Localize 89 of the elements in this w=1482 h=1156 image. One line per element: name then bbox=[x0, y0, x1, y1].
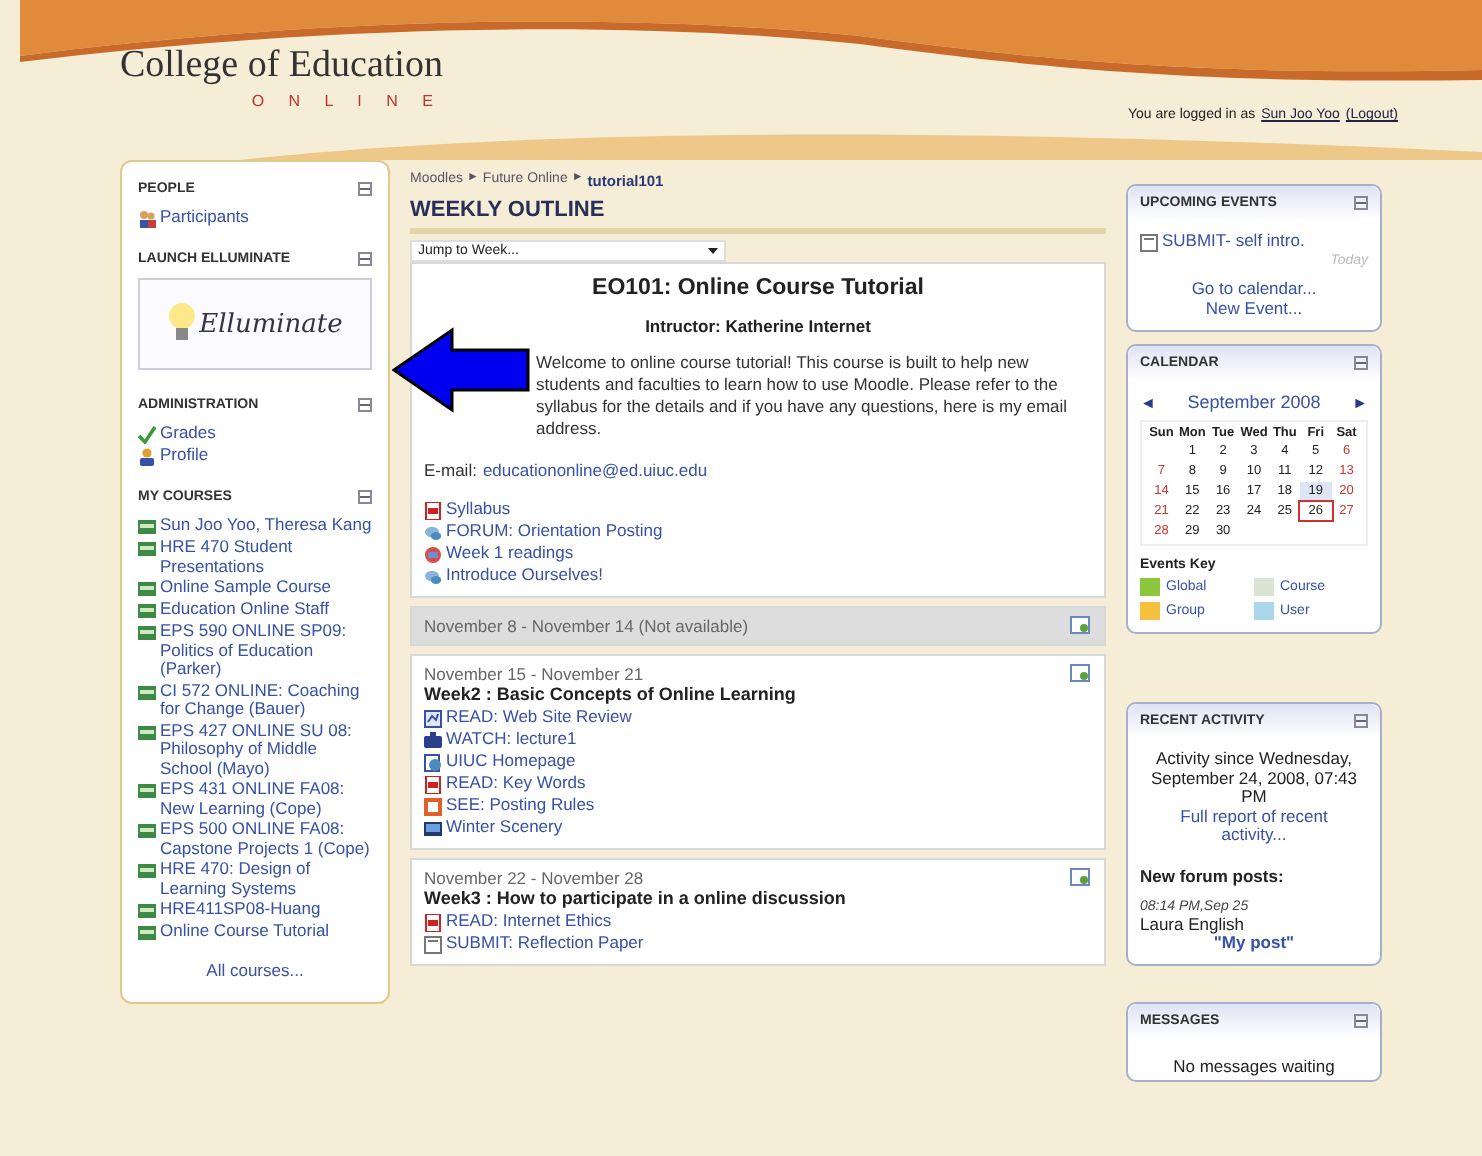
week-title: Week2 : Basic Concepts of Online Learning bbox=[424, 684, 798, 704]
web-page-icon bbox=[424, 754, 442, 772]
person-icon bbox=[138, 448, 156, 466]
activity-link[interactable]: EPS 590 ONLINE SP09: Politics of Education (Parker) bbox=[160, 622, 372, 679]
edit-icon[interactable] bbox=[1070, 616, 1090, 634]
new-posts-heading: New forum posts: bbox=[1140, 865, 1286, 885]
email-link[interactable]: educationonline@ed.uiuc.edu bbox=[482, 460, 708, 480]
document-icon bbox=[424, 710, 442, 728]
course-icon bbox=[138, 862, 156, 880]
collapse-icon[interactable] bbox=[1354, 1014, 1368, 1028]
pdf-icon bbox=[424, 776, 442, 794]
next-month-button[interactable]: ► bbox=[1352, 393, 1368, 411]
activity-link[interactable]: READ: Key Words bbox=[446, 774, 586, 793]
activity-link[interactable]: HRE411SP08-Huang bbox=[160, 900, 321, 919]
pdf-icon bbox=[424, 502, 442, 520]
post-link[interactable]: "My post" bbox=[1213, 931, 1295, 951]
chat-icon bbox=[424, 568, 442, 586]
activity-link[interactable]: Online Sample Course bbox=[160, 578, 332, 597]
previous-month-button[interactable]: ◄ bbox=[1140, 393, 1156, 411]
collapse-icon[interactable] bbox=[358, 252, 372, 266]
activity-link[interactable]: UIUC Homepage bbox=[446, 752, 576, 771]
activity-link[interactable]: WATCH: lecture1 bbox=[446, 730, 577, 749]
edit-icon[interactable] bbox=[1070, 868, 1090, 886]
elluminate-logo[interactable]: Elluminate bbox=[138, 278, 372, 370]
calendar-link[interactable]: Go to calendar... bbox=[1191, 278, 1317, 298]
course-icon bbox=[138, 822, 156, 840]
week-dates: November 22 - November 28 bbox=[424, 868, 644, 888]
activity-link[interactable]: READ: Internet Ethics bbox=[446, 912, 612, 931]
activity-link[interactable]: Introduce Ourselves! bbox=[446, 566, 603, 585]
course-icon bbox=[138, 782, 156, 800]
activity-link[interactable]: Week 1 readings bbox=[446, 544, 574, 563]
activity-link[interactable]: Online Course Tutorial bbox=[160, 922, 330, 941]
section-heading: WEEKLY OUTLINE bbox=[410, 198, 1106, 234]
activity-link[interactable]: HRE 470 Student Presentations bbox=[160, 538, 372, 576]
activity-link[interactable]: Grades bbox=[160, 424, 216, 443]
month-title[interactable]: September 2008 bbox=[1187, 392, 1321, 412]
check-mark-icon bbox=[138, 426, 156, 444]
video-icon bbox=[424, 732, 442, 750]
all-courses-link[interactable]: All courses... bbox=[206, 960, 304, 980]
week-dates: November 8 - November 14 (Not available) bbox=[424, 616, 749, 636]
collapse-icon[interactable] bbox=[1354, 714, 1368, 728]
activity-since-text: Activity since Wednesday, September 24, 2008, 07:43 PM bbox=[1148, 750, 1360, 807]
collapse-icon[interactable] bbox=[1354, 196, 1368, 210]
calendar-link[interactable]: New Event... bbox=[1205, 297, 1303, 317]
activity-link[interactable]: Education Online Staff bbox=[160, 600, 329, 619]
activity-link[interactable]: Profile bbox=[160, 446, 209, 465]
collapse-icon[interactable] bbox=[1354, 356, 1368, 370]
course-icon bbox=[138, 683, 156, 701]
pdf-icon bbox=[424, 914, 442, 932]
book-icon bbox=[424, 546, 442, 564]
activity-link[interactable]: HRE 470: Design of Learning Systems bbox=[160, 860, 372, 898]
people-icon bbox=[138, 210, 156, 228]
week-title: Week3 : How to participate in a online discussion bbox=[424, 888, 848, 908]
activity-link[interactable]: FORUM: Orientation Posting bbox=[446, 522, 663, 541]
arrow-icon bbox=[392, 326, 532, 414]
activity-link[interactable]: CI 572 ONLINE: Coaching for Change (Bauer) bbox=[160, 681, 372, 719]
site-subtitle: O N L I N E bbox=[251, 92, 443, 110]
week-dates: November 15 - November 21 bbox=[424, 664, 644, 684]
collapse-icon[interactable] bbox=[358, 490, 372, 504]
caret-icon bbox=[708, 248, 718, 254]
activity-link[interactable]: Winter Scenery bbox=[446, 818, 563, 837]
collapse-icon[interactable] bbox=[358, 398, 372, 412]
messages-text: No messages waiting bbox=[1171, 1058, 1337, 1077]
activity-link[interactable]: Syllabus bbox=[446, 500, 511, 519]
course-icon bbox=[138, 723, 156, 741]
collapse-icon[interactable] bbox=[358, 182, 372, 196]
assignment-icon bbox=[1140, 234, 1158, 252]
chat-icon bbox=[424, 524, 442, 542]
slides-icon bbox=[424, 798, 442, 816]
site-title: College of Education bbox=[120, 44, 443, 88]
activity-link[interactable]: READ: Web Site Review bbox=[446, 708, 632, 727]
welcome-paragraph: Welcome to online course tutorial! This course is built to help new students and faculties to learn how to use Moodle. Please refer to the syllabus for the details and if you have any questions, here is my email address. bbox=[536, 352, 1070, 440]
light-bulb-icon bbox=[167, 302, 196, 346]
activity-link[interactable]: Sun Joo Yoo, Theresa Kang bbox=[160, 516, 372, 535]
activity-link[interactable]: EPS 427 ONLINE SU 08: Philosophy of Middle School (Mayo) bbox=[160, 721, 372, 778]
email-label: E-mail: bbox=[424, 460, 477, 480]
assignment-icon bbox=[424, 936, 442, 954]
activity-link[interactable]: Participants bbox=[160, 208, 249, 227]
event-link[interactable]: SUBMIT- self intro. bbox=[1162, 232, 1305, 251]
post-author: Laura English bbox=[1140, 913, 1244, 933]
full-report-link[interactable]: Full report of recent activity... bbox=[1156, 807, 1352, 845]
course-title: EO101: Online Course Tutorial bbox=[590, 276, 926, 300]
image-icon bbox=[424, 820, 442, 838]
activity-link[interactable]: EPS 431 ONLINE FA08: New Learning (Cope) bbox=[160, 780, 372, 818]
instructor-text: Intructor: Katherine Internet bbox=[643, 316, 873, 336]
activity-link[interactable]: SUBMIT: Reflection Paper bbox=[446, 934, 644, 953]
edit-icon[interactable] bbox=[1070, 664, 1090, 682]
activity-link[interactable]: SEE: Posting Rules bbox=[446, 796, 595, 815]
activity-link[interactable]: EPS 500 ONLINE FA08: Capstone Projects 1 (Cope) bbox=[160, 820, 372, 858]
